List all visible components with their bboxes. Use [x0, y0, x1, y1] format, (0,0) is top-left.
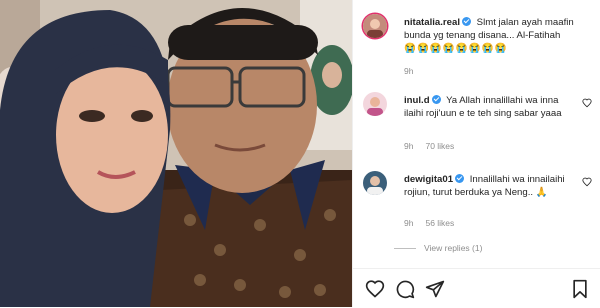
comment-time[interactable]: 9h: [404, 218, 413, 228]
comment: inul.d Ya Allah innalillahi wa inna ilai…: [363, 92, 592, 156]
comment-meta: 9h 70 likes: [404, 141, 454, 151]
comment-likes[interactable]: 70 likes: [425, 141, 454, 151]
heart-icon[interactable]: [582, 98, 592, 108]
comment-likes[interactable]: 56 likes: [425, 218, 454, 228]
comment-time[interactable]: 9h: [404, 141, 413, 151]
caption-meta: 9h: [404, 66, 413, 76]
post-photo[interactable]: [0, 0, 352, 307]
view-replies-button[interactable]: View replies (1): [394, 243, 482, 253]
caption-username[interactable]: nitatalia.real: [404, 17, 460, 28]
post-caption: nitatalia.real Slmt jalan ayah maafin bu…: [363, 14, 592, 76]
post-side-panel: nitatalia.real Slmt jalan ayah maafin bu…: [352, 0, 600, 308]
share-icon[interactable]: [425, 279, 445, 299]
avatar[interactable]: [363, 171, 387, 195]
post-photo-illustration: [0, 0, 352, 307]
replies-divider: [394, 247, 416, 249]
heart-icon[interactable]: [365, 279, 385, 299]
comment-username[interactable]: dewigita01: [404, 174, 453, 185]
action-bar: [353, 268, 600, 308]
caption-time[interactable]: 9h: [404, 66, 413, 76]
comment-username[interactable]: inul.d: [404, 95, 430, 106]
avatar[interactable]: [363, 92, 387, 116]
bookmark-icon[interactable]: [570, 279, 590, 299]
verified-badge-icon: [462, 17, 471, 26]
comment-meta: 9h 56 likes: [404, 218, 454, 228]
comment-icon[interactable]: [395, 279, 415, 299]
caption-emojis: 😭😭😭😭😭😭😭😭: [404, 43, 508, 54]
view-replies-label: View replies (1): [424, 243, 483, 253]
verified-badge-icon: [455, 174, 465, 183]
heart-icon[interactable]: [582, 177, 592, 187]
comment-emoji: 🙏: [535, 187, 548, 198]
comment: dewigita01 Innalillahi wa innailaihi roj…: [363, 171, 592, 235]
verified-badge-icon: [431, 95, 441, 104]
avatar[interactable]: [363, 14, 387, 38]
